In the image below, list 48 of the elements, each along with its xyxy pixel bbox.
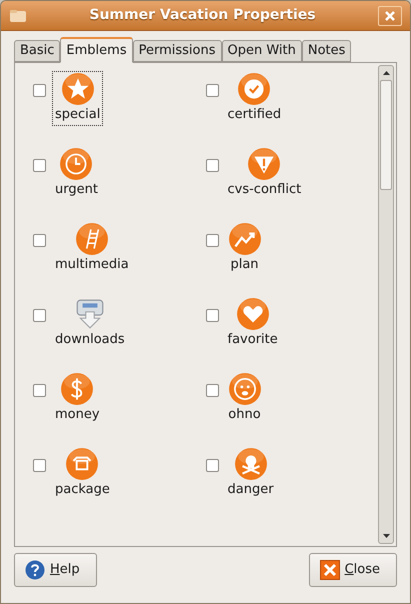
scrollbar-thumb[interactable] — [380, 80, 392, 190]
folder-icon — [9, 8, 27, 22]
checkbox[interactable] — [206, 309, 218, 322]
tab[interactable]: Permissions — [132, 40, 222, 62]
warning-icon — [247, 147, 282, 181]
sad-face-icon — [228, 372, 262, 406]
skull-icon — [234, 447, 268, 481]
help-button[interactable]: Help — [14, 553, 97, 587]
box-icon — [65, 447, 100, 481]
trend-chart-icon — [228, 222, 262, 256]
tab[interactable]: Basic — [14, 40, 60, 62]
seal-icon — [237, 72, 272, 106]
checkbox[interactable] — [206, 234, 218, 247]
question-icon — [25, 560, 45, 580]
tab[interactable]: Open With — [222, 40, 302, 62]
dollar-icon — [60, 372, 94, 406]
scrollbar[interactable] — [378, 65, 394, 544]
window-title: Summer Vacation Properties — [88, 6, 317, 25]
checkbox[interactable] — [206, 84, 218, 97]
emblem-label: downloads — [55, 331, 125, 349]
emblem-label: multimedia — [55, 256, 129, 274]
checkbox[interactable] — [206, 159, 218, 172]
checkbox[interactable] — [33, 459, 46, 472]
checkbox[interactable] — [33, 384, 46, 397]
checkbox[interactable] — [33, 84, 46, 97]
up-arrow-icon[interactable] — [382, 71, 390, 75]
emblem-label: plan — [230, 256, 259, 274]
tab[interactable]: Emblems — [60, 37, 133, 63]
emblem-label: special — [55, 106, 100, 124]
checkbox[interactable] — [206, 459, 218, 472]
close-icon[interactable] — [378, 6, 402, 26]
checkbox[interactable] — [33, 159, 46, 172]
emblem-label: certified — [228, 106, 282, 124]
emblem-label: danger — [228, 481, 274, 499]
emblem-label: favorite — [228, 331, 278, 349]
checkbox[interactable] — [33, 234, 46, 247]
checkbox[interactable] — [206, 384, 218, 397]
close-button[interactable]: Close — [308, 553, 397, 587]
close-icon — [320, 560, 340, 580]
checkbox[interactable] — [33, 309, 46, 322]
emblem-label: ohno — [228, 406, 261, 424]
clock-icon — [59, 147, 94, 181]
emblem-label: money — [55, 406, 100, 424]
emblem-label: urgent — [55, 181, 98, 199]
tab[interactable]: Notes — [302, 40, 352, 62]
emblem-label: cvs-conflict — [228, 181, 302, 199]
down-arrow-icon[interactable] — [382, 534, 390, 538]
emblem-label: package — [55, 481, 110, 499]
